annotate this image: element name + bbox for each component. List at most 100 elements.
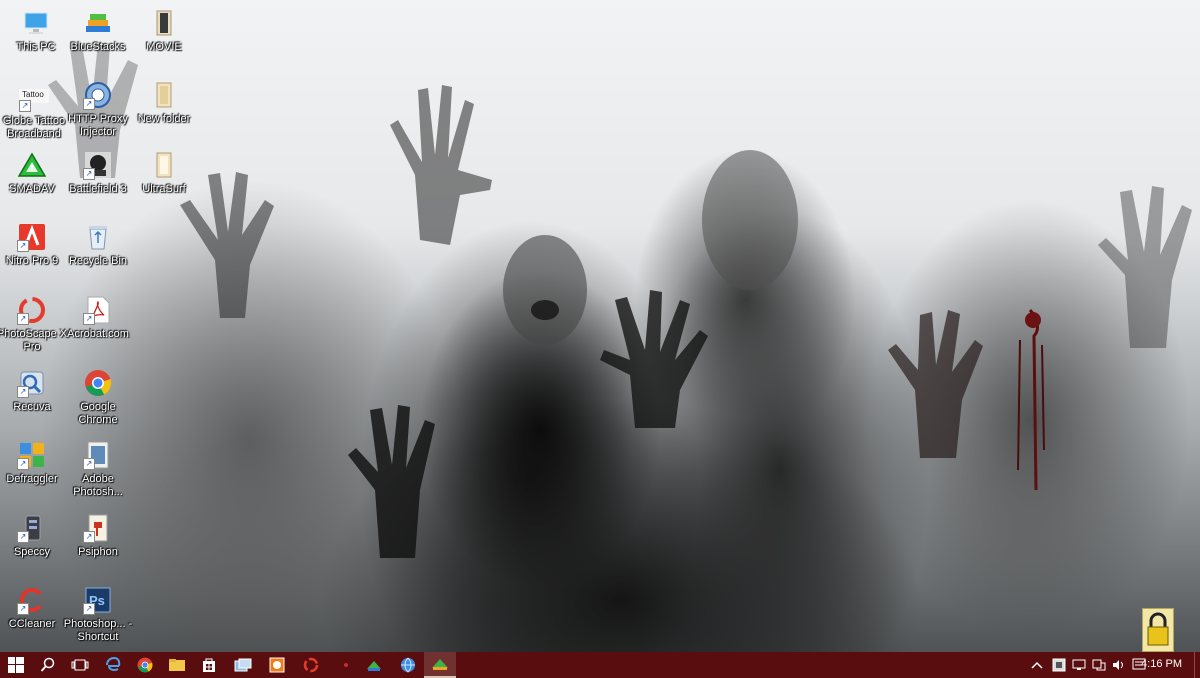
taskbar: 4:16 PM: [0, 652, 1200, 678]
icon-label: SMADAV: [9, 183, 55, 195]
shortcut-arrow-icon: ↗: [17, 603, 29, 615]
shortcut-arrow-icon: ↗: [17, 313, 29, 325]
taskbar-app-window[interactable]: [227, 652, 259, 678]
desktop-icon-smadav[interactable]: SMADAV: [0, 150, 68, 196]
desktop-icon-movie[interactable]: MOVIE: [128, 8, 200, 54]
icon-label: HTTP Proxy Injector: [68, 113, 128, 138]
tray-network-icon[interactable]: [1072, 658, 1086, 672]
desktop-icon-new-folder[interactable]: New folder: [128, 80, 200, 126]
taskbar-chrome[interactable]: [129, 652, 161, 678]
taskbar-app-green[interactable]: [358, 652, 390, 678]
windows-logo-icon: [8, 657, 24, 673]
icon-label: Globe Tattoo Broadband: [2, 115, 66, 140]
desktop-icon-recuva[interactable]: ↗ Recuva: [0, 368, 68, 414]
folder-icon: [149, 8, 179, 38]
desktop-icon-nitro[interactable]: ↗ Nitro Pro 9: [0, 222, 68, 268]
shortcut-arrow-icon: ↗: [83, 458, 95, 470]
icon-label: BlueStacks: [70, 41, 126, 53]
desktop-icon-ccleaner[interactable]: ↗ CCleaner: [0, 585, 68, 631]
tattoo-logo-text: Tattoo: [22, 90, 44, 99]
desktop-icon-speccy[interactable]: ↗ Speccy: [0, 513, 68, 559]
icon-label: Psiphon: [78, 546, 118, 558]
chrome-icon: [83, 368, 113, 398]
task-view-button[interactable]: [64, 652, 96, 678]
shortcut-arrow-icon: ↗: [19, 100, 31, 112]
proxy-injector-icon: ↗: [83, 80, 113, 110]
ccleaner-icon: ↗: [17, 585, 47, 615]
icon-label: Defraggler: [6, 473, 58, 485]
shortcut-arrow-icon: ↗: [17, 240, 29, 252]
desktop-icon-defraggler[interactable]: ↗ Defraggler: [0, 440, 68, 486]
app-ring-icon: [303, 657, 319, 673]
desktop-icon-bluestacks[interactable]: BlueStacks: [62, 8, 134, 54]
chrome-icon: [137, 657, 153, 673]
monitor-icon: [21, 8, 51, 38]
battlefield-icon: ↗: [83, 150, 113, 180]
taskbar-app-active[interactable]: [424, 652, 456, 678]
wallpaper-blood-streaks: [1017, 308, 1045, 491]
folder-icon: [149, 80, 179, 110]
psiphon-icon: ↗: [83, 513, 113, 543]
tray-volume-icon[interactable]: [1112, 658, 1126, 672]
shortcut-arrow-icon: ↗: [83, 603, 95, 615]
taskbar-clock[interactable]: 4:16 PM: [1141, 658, 1182, 670]
tray-people-icon[interactable]: [1092, 658, 1106, 672]
icon-label: Recycle Bin: [68, 255, 128, 267]
search-icon: [40, 657, 55, 672]
icon-label: CCleaner: [8, 618, 56, 630]
acrobat-icon: ↗: [83, 295, 113, 325]
desktop-icon-ultrasurf[interactable]: UltraSurf: [128, 150, 200, 196]
taskbar-app-globe[interactable]: [392, 652, 424, 678]
tray-chevron-up-icon[interactable]: [1030, 658, 1044, 672]
tray-app-icon[interactable]: [1052, 658, 1066, 672]
tattoo-icon: Tattoo ↗: [19, 82, 49, 112]
defraggler-icon: ↗: [17, 440, 47, 470]
desktop-icon-battlefield[interactable]: ↗ Battlefield 3: [62, 150, 134, 196]
wallpaper-hand: [600, 290, 708, 428]
desktop-icon-recycle-bin[interactable]: Recycle Bin: [62, 222, 134, 268]
icon-label: New folder: [137, 113, 191, 125]
taskbar-app-orange[interactable]: [261, 652, 293, 678]
show-desktop-button[interactable]: [1194, 652, 1200, 678]
app-green-icon: [367, 661, 381, 671]
lock-widget[interactable]: [1142, 608, 1174, 652]
taskbar-store[interactable]: [193, 652, 225, 678]
desktop-icon-psiphon[interactable]: ↗ Psiphon: [62, 513, 134, 559]
taskbar-edge[interactable]: [97, 652, 129, 678]
desktop-icon-acrobat[interactable]: ↗ Acrobat.com: [62, 295, 134, 341]
app-active-icon: [432, 659, 448, 670]
start-button[interactable]: [0, 652, 32, 678]
shortcut-arrow-icon: ↗: [83, 531, 95, 543]
padlock-icon: [1147, 612, 1169, 646]
smadav-icon: [17, 150, 47, 180]
desktop-icon-photoshop-shortcut[interactable]: Ps ↗ Photoshop... - Shortcut: [62, 585, 134, 644]
icon-label: Photoshop... - Shortcut: [63, 618, 133, 643]
wallpaper-hand: [888, 310, 983, 458]
icon-label: Google Chrome: [78, 401, 118, 426]
speccy-icon: ↗: [17, 513, 47, 543]
shortcut-arrow-icon: ↗: [83, 98, 95, 110]
file-explorer-icon: [169, 659, 185, 671]
search-button[interactable]: [32, 652, 64, 678]
icon-label: Nitro Pro 9: [5, 255, 59, 267]
app-globe-icon: [401, 657, 415, 673]
recuva-icon: ↗: [17, 368, 47, 398]
desktop-icon-photoscape[interactable]: ↗ PhotoScape X Pro: [0, 295, 68, 354]
icon-label: Recuva: [13, 401, 51, 413]
desktop-icon-globe-tattoo[interactable]: Tattoo ↗ Globe Tattoo Broadband: [0, 82, 70, 141]
desktop-icon-adobe-photoshop[interactable]: ↗ Adobe Photosh...: [62, 440, 134, 499]
icon-label: PhotoScape X Pro: [0, 328, 68, 353]
task-view-icon: [71, 659, 89, 671]
wallpaper-hand: [1098, 186, 1192, 348]
nitro-icon: ↗: [17, 222, 47, 252]
icon-label: Battlefield 3: [69, 183, 127, 195]
taskbar-file-explorer[interactable]: [161, 652, 193, 678]
desktop-icon-http-proxy[interactable]: ↗ HTTP Proxy Injector: [62, 80, 134, 139]
desktop-icon-chrome[interactable]: Google Chrome: [62, 368, 134, 427]
wallpaper-hand: [348, 405, 435, 558]
recycle-bin-icon: [83, 222, 113, 252]
icon-label: Adobe Photosh...: [73, 473, 123, 498]
app-dot-icon: [344, 663, 348, 667]
icon-label: Speccy: [13, 546, 51, 558]
taskbar-app-ring[interactable]: [295, 652, 327, 678]
